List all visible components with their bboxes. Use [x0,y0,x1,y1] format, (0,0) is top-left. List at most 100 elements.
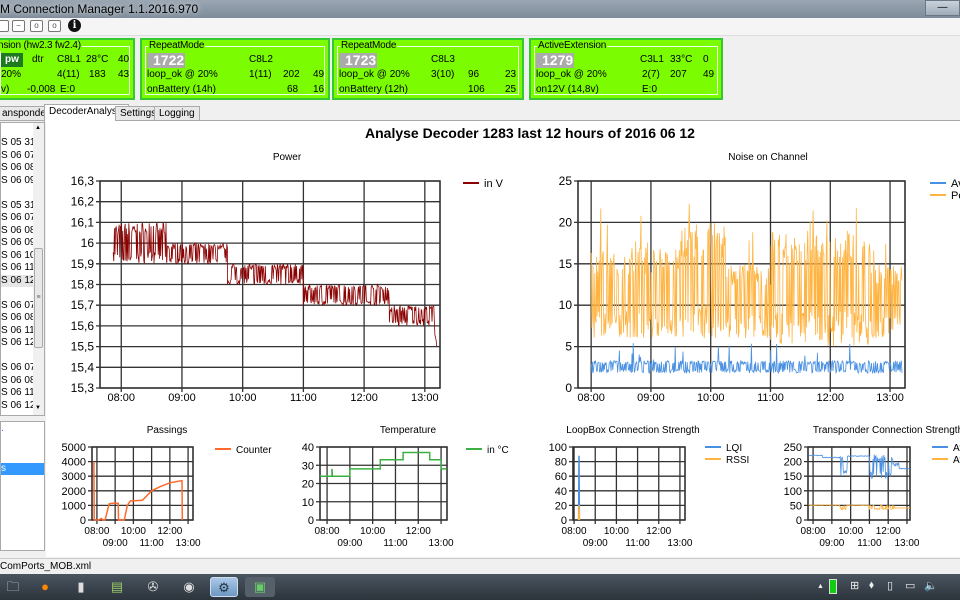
x-tick-label: 08:00 [801,526,826,537]
y-tick-label: 200 [784,457,802,469]
flag-icon[interactable]: ⊞ [850,579,859,592]
y-tick-label: 15,8 [71,278,95,292]
y-tick-label: 15 [559,257,573,271]
y-tick-label: 20 [302,479,314,491]
series-line-loopbox-1 [577,505,581,521]
y-tick-label: 15,4 [71,360,95,374]
tray-expand-icon[interactable]: ▲ [817,583,824,590]
chart-title: Noise on Channel [728,152,808,163]
network-icon[interactable]: ⬧ [869,579,874,592]
chart-title: Transponder Connection Strength [813,425,960,436]
maps-icon[interactable]: ◉ [178,577,200,597]
x-tick-label: 12:00 [406,526,431,537]
y-tick-label: 40 [555,486,567,498]
y-tick-label: 16,1 [71,215,95,229]
notepad-icon[interactable]: ▤ [106,577,128,597]
y-tick-label: 4000 [62,457,86,469]
y-tick-label: 3000 [62,471,86,483]
settings-app-icon[interactable]: ⚙ [210,577,238,597]
legend-label: Counter [236,445,272,456]
y-tick-label: 150 [784,471,802,483]
legend-label: Av [951,178,960,190]
y-tick-label: 10 [559,298,573,312]
x-tick-label: 08:00 [84,526,109,537]
chart-title: Power [273,152,302,163]
x-tick-label: 09:00 [583,538,608,549]
y-tick-label: 15,9 [71,257,95,271]
y-tick-label: 250 [784,442,802,454]
display-icon[interactable]: ▭ [905,579,915,592]
x-tick-label: 08:00 [107,392,135,404]
legend-label: Av [953,443,960,454]
plot-area [807,446,911,521]
x-tick-label: 10:00 [604,526,629,537]
y-tick-label: 20 [559,215,573,229]
monitor-app-icon[interactable]: ▣ [245,577,275,597]
x-tick-label: 10:00 [697,392,725,404]
x-tick-label: 10:00 [121,526,146,537]
x-tick-label: 09:00 [819,538,844,549]
y-tick-label: 0 [308,515,314,527]
chart-title: Temperature [380,425,437,436]
y-tick-label: 16,2 [71,195,95,209]
y-tick-label: 16 [81,236,95,250]
x-tick-label: 13:00 [667,538,692,549]
x-tick-label: 08:00 [577,392,605,404]
x-tick-label: 13:00 [894,538,919,549]
explorer-icon[interactable]: 🗀 [2,577,24,597]
chart-title: Passings [147,425,188,436]
legend-label: Pe [951,190,960,202]
status-bar: ComPorts_MOB.xml [0,558,960,574]
y-tick-label: 100 [784,486,802,498]
y-tick-label: 5000 [62,442,86,454]
chart-title: LoopBox Connection Strength [566,425,699,436]
x-tick-label: 12:00 [817,392,845,404]
x-tick-label: 09:00 [337,538,362,549]
x-tick-label: 09:00 [103,538,128,549]
x-tick-label: 12:00 [157,526,182,537]
y-tick-label: 1000 [62,500,86,512]
y-tick-label: 30 [302,460,314,472]
x-tick-label: 10:00 [229,392,257,404]
y-tick-label: 15,6 [71,319,95,333]
y-tick-label: 15,3 [71,381,95,395]
y-tick-label: 20 [555,500,567,512]
y-tick-label: 5 [565,340,572,354]
usb-icon[interactable]: ▯ [887,579,893,592]
y-tick-label: 2000 [62,486,86,498]
x-tick-label: 13:00 [429,538,454,549]
x-tick-label: 12:00 [646,526,671,537]
x-tick-label: 11:00 [383,538,408,549]
y-tick-label: 16,3 [71,174,95,188]
x-tick-label: 08:00 [315,526,340,537]
firefox-icon[interactable]: ● [34,577,56,597]
phone-icon[interactable]: ▮ [70,577,92,597]
x-tick-label: 11:00 [625,538,650,549]
status-file: ComPorts_MOB.xml [0,561,92,572]
x-tick-label: 12:00 [876,526,901,537]
x-tick-label: 11:00 [290,392,317,404]
legend-label: RSSI [726,455,749,466]
y-tick-label: 10 [302,497,314,509]
y-tick-label: 0 [565,381,572,395]
page-title: Analyse Decoder 1283 last 12 hours of 20… [365,125,695,141]
y-tick-label: 15,7 [71,298,95,312]
media-icon[interactable]: ✇ [142,577,164,597]
x-tick-label: 12:00 [350,392,378,404]
legend-label: in °C [487,445,509,456]
y-tick-label: 80 [555,457,567,469]
battery-icon[interactable] [829,579,837,594]
taskbar: 🗀 ● ▮ ▤ ✇ ◉ ⚙ ▣ ▲ ⊞ ⬧ ▯ ▭ 🔈 [0,574,960,600]
x-tick-label: 10:00 [838,526,863,537]
y-tick-label: 60 [555,471,567,483]
volume-icon[interactable]: 🔈 [924,579,938,592]
legend-label: LQI [726,443,742,454]
x-tick-label: 11:00 [757,392,784,404]
x-tick-label: 11:00 [139,538,164,549]
x-tick-label: 13:00 [176,538,201,549]
x-tick-label: 09:00 [168,392,196,404]
legend-label: in V [484,178,504,190]
x-tick-label: 09:00 [637,392,665,404]
y-tick-label: 40 [302,442,314,454]
x-tick-label: 11:00 [857,538,882,549]
